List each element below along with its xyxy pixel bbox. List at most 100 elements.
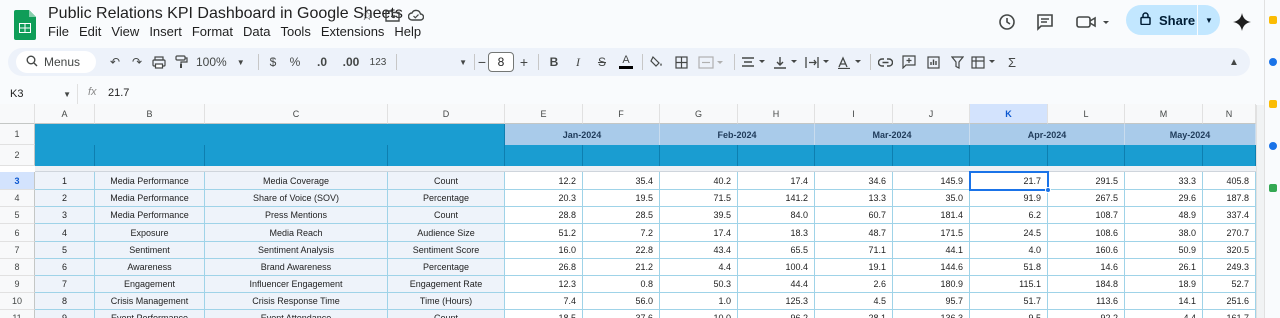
value-cell[interactable]: 113.6	[1048, 293, 1125, 310]
value-cell[interactable]: 37.6	[583, 310, 660, 318]
kpi-number-cell[interactable]: 9	[35, 310, 95, 318]
value-cell[interactable]: 160.6	[1048, 242, 1125, 259]
unit-cell[interactable]: Engagement Rate	[388, 276, 505, 293]
row-header-6[interactable]: 6	[0, 224, 35, 242]
share-dropdown-icon[interactable]: ▼	[1205, 16, 1213, 25]
value-cell[interactable]: 50.9	[1125, 242, 1203, 259]
row-header-7[interactable]: 7	[0, 242, 35, 259]
column-header-j[interactable]: J	[893, 104, 970, 124]
value-cell[interactable]: 44.1	[893, 242, 970, 259]
value-cell[interactable]: 14.6	[1048, 259, 1125, 276]
kpi-number-cell[interactable]: 3	[35, 207, 95, 224]
fill-handle[interactable]	[1045, 187, 1051, 193]
share-button[interactable]: Share ▼	[1126, 5, 1220, 35]
text-color-icon[interactable]: A	[618, 53, 634, 71]
functions-icon[interactable]: Σ	[1004, 53, 1020, 71]
value-cell[interactable]: 6.2	[970, 207, 1048, 224]
kpi-group-cell[interactable]: Awareness	[95, 259, 205, 276]
value-cell[interactable]: 13.3	[815, 190, 893, 207]
column-header-d[interactable]: D	[388, 104, 505, 124]
value-cell[interactable]: 65.5	[738, 242, 815, 259]
contacts-icon[interactable]	[1269, 142, 1277, 150]
value-cell[interactable]: 171.5	[893, 224, 970, 242]
kpi-name-cell[interactable]: Sentiment Analysis	[205, 242, 388, 259]
value-cell[interactable]: 21.2	[583, 259, 660, 276]
unit-cell[interactable]: Count	[388, 172, 505, 190]
kpi-group-cell[interactable]: Engagement	[95, 276, 205, 293]
unit-cell[interactable]: Percentage	[388, 259, 505, 276]
value-cell[interactable]: 33.3	[1125, 172, 1203, 190]
insert-comment-icon[interactable]	[900, 53, 918, 71]
collapse-menus-icon[interactable]: ▲	[1226, 53, 1242, 71]
search-menus[interactable]: Menus	[16, 51, 96, 73]
kpi-name-cell[interactable]: Event Attendance	[205, 310, 388, 318]
select-all-corner[interactable]	[0, 104, 35, 124]
column-header-a[interactable]: A	[35, 104, 95, 124]
value-cell[interactable]: 144.6	[893, 259, 970, 276]
unit-cell[interactable]: Count	[388, 207, 505, 224]
paint-format-icon[interactable]	[172, 53, 190, 71]
maps-icon[interactable]	[1269, 184, 1277, 192]
value-cell[interactable]: 249.3	[1203, 259, 1256, 276]
kpi-number-cell[interactable]: 4	[35, 224, 95, 242]
value-cell[interactable]: 52.7	[1203, 276, 1256, 293]
decrease-font-size-button[interactable]: −	[476, 53, 488, 71]
value-cell[interactable]: 115.1	[970, 276, 1048, 293]
formula-input[interactable]: 21.7	[108, 87, 129, 99]
value-cell[interactable]: 125.3	[738, 293, 815, 310]
menu-file[interactable]: File	[48, 24, 75, 39]
value-cell[interactable]: 18.3	[738, 224, 815, 242]
kpi-number-cell[interactable]: 1	[35, 172, 95, 190]
value-cell[interactable]: 19.5	[583, 190, 660, 207]
star-icon[interactable]: ☆	[358, 6, 376, 24]
value-cell[interactable]: 136.3	[893, 310, 970, 318]
value-cell[interactable]: 267.5	[1048, 190, 1125, 207]
row-header-10[interactable]: 10	[0, 293, 35, 310]
move-folder-icon[interactable]	[383, 6, 401, 24]
increase-font-size-button[interactable]: +	[518, 53, 530, 71]
column-header-e[interactable]: E	[505, 104, 583, 124]
value-cell[interactable]: 14.1	[1125, 293, 1203, 310]
kpi-group-cell[interactable]: Event Performance	[95, 310, 205, 318]
value-cell[interactable]: 91.9	[970, 190, 1048, 207]
kpi-group-cell[interactable]: Media Performance	[95, 207, 205, 224]
menu-edit[interactable]: Edit	[79, 24, 107, 39]
spreadsheet-grid[interactable]: A B C D E F G H I J K L M N 1 2 3 4 5 6 7 8 9 10 11 Jan-2024 Feb-2…	[0, 104, 1256, 318]
value-cell[interactable]: 108.6	[1048, 224, 1125, 242]
kpi-group-cell[interactable]: Sentiment	[95, 242, 205, 259]
kpi-number-cell[interactable]: 2	[35, 190, 95, 207]
value-cell[interactable]: 17.4	[660, 224, 738, 242]
value-cell[interactable]: 92.2	[1048, 310, 1125, 318]
kpi-name-cell[interactable]: Press Mentions	[205, 207, 388, 224]
row-header-1[interactable]: 1	[0, 124, 35, 145]
kpi-number-cell[interactable]: 8	[35, 293, 95, 310]
column-header-h[interactable]: H	[738, 104, 815, 124]
value-cell[interactable]: 2.6	[815, 276, 893, 293]
menu-format[interactable]: Format	[192, 24, 239, 39]
value-cell[interactable]: 21.7	[970, 172, 1048, 190]
row-header-3[interactable]: 3	[0, 172, 35, 190]
value-cell[interactable]: 51.2	[505, 224, 583, 242]
value-cell[interactable]: 251.6	[1203, 293, 1256, 310]
value-cell[interactable]: 7.4	[505, 293, 583, 310]
value-cell[interactable]: 181.4	[893, 207, 970, 224]
value-cell[interactable]: 270.7	[1203, 224, 1256, 242]
kpi-name-cell[interactable]: Brand Awareness	[205, 259, 388, 276]
unit-cell[interactable]: Sentiment Score	[388, 242, 505, 259]
value-cell[interactable]: 28.5	[583, 207, 660, 224]
value-cell[interactable]: 96.2	[738, 310, 815, 318]
value-cell[interactable]: 12.2	[505, 172, 583, 190]
cloud-saved-icon[interactable]	[407, 6, 425, 24]
value-cell[interactable]: 405.8	[1203, 172, 1256, 190]
video-call-icon[interactable]	[1073, 10, 1113, 34]
value-cell[interactable]: 38.0	[1125, 224, 1203, 242]
value-cell[interactable]: 141.2	[738, 190, 815, 207]
row-header-8[interactable]: 8	[0, 259, 35, 276]
value-cell[interactable]: 9.5	[970, 310, 1048, 318]
value-cell[interactable]: 161.7	[1203, 310, 1256, 318]
borders-icon[interactable]	[672, 53, 690, 71]
menu-extensions[interactable]: Extensions	[321, 24, 391, 39]
undo-icon[interactable]: ↶	[106, 53, 124, 71]
row-header-5[interactable]: 5	[0, 207, 35, 224]
menu-help[interactable]: Help	[394, 24, 427, 39]
